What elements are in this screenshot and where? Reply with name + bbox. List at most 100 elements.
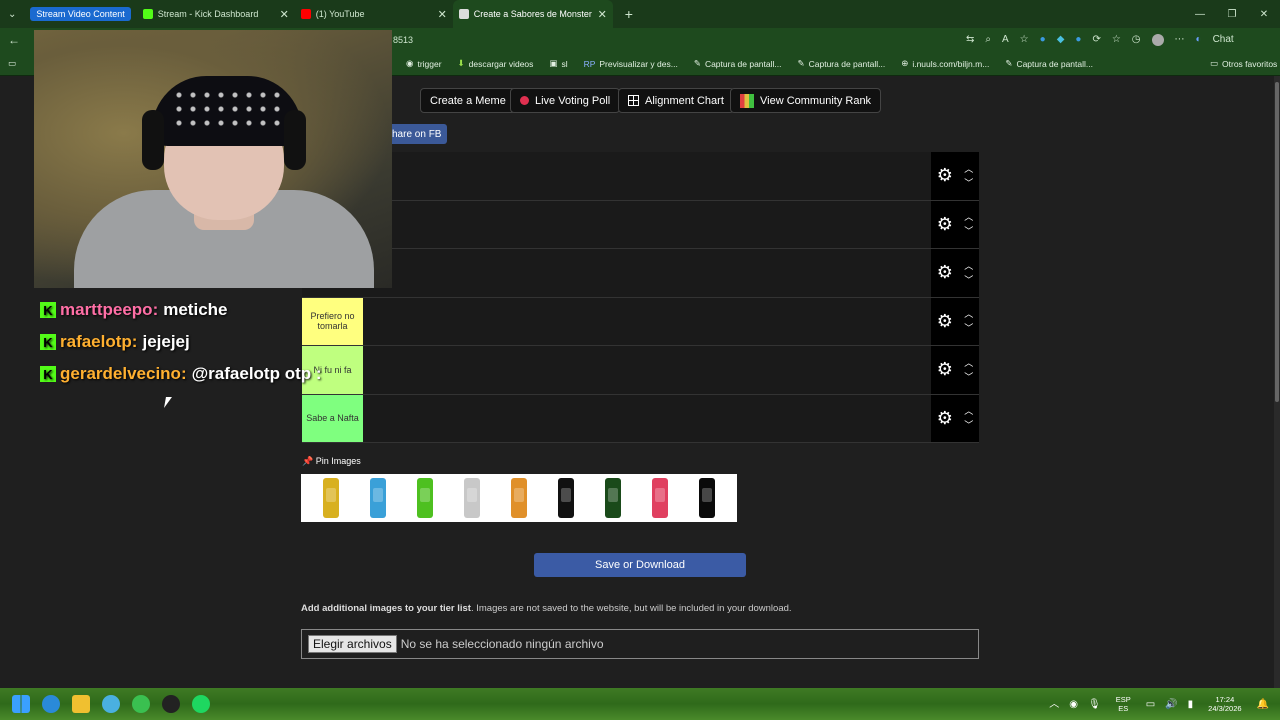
tier-item-can[interactable] [463, 478, 480, 518]
tab-youtube[interactable]: (1) YouTube ✕ [295, 0, 453, 28]
choose-files-button[interactable]: Elegir archivos [308, 635, 397, 653]
bookmark-item[interactable]: ▣ sl [549, 58, 567, 69]
chevron-up-icon[interactable]: ︿ [1049, 699, 1059, 709]
bookmark-item[interactable]: ✎ Captura de pantall... [798, 58, 886, 69]
back-icon[interactable]: ← [8, 33, 20, 47]
refresh-icon[interactable]: ⟳ [1092, 34, 1100, 46]
more-icon[interactable]: ⋯ [1175, 34, 1185, 46]
avatar[interactable] [1151, 34, 1164, 46]
maximize-icon[interactable]: ❐ [1216, 9, 1248, 20]
battery-icon[interactable]: ▮ [1188, 699, 1194, 709]
gear-icon[interactable]: ⚙ [937, 311, 953, 332]
tier-item-can[interactable] [416, 478, 433, 518]
tier-item-can[interactable] [558, 478, 575, 518]
new-tab-button[interactable]: + [625, 6, 633, 22]
other-bookmarks[interactable]: ▭ Otros favoritos [1210, 58, 1277, 69]
chevron-down-icon[interactable]: ﹀ [964, 370, 973, 384]
chevron-down-icon[interactable]: ﹀ [964, 321, 973, 335]
tier-dropzone[interactable] [363, 297, 931, 345]
tier-dropzone[interactable] [363, 249, 931, 297]
tier-item-can[interactable] [699, 478, 716, 518]
bookmark-item[interactable]: RP Previsualizar y des... [584, 59, 678, 69]
tier-item-can[interactable] [652, 478, 669, 518]
network-icon[interactable]: ▭ [1146, 699, 1155, 709]
tier-label[interactable]: Sabe a Nafta [302, 394, 363, 442]
gear-icon[interactable]: ⚙ [937, 408, 953, 429]
share-fb-button[interactable]: hare on FB [386, 124, 448, 144]
chevron-up-icon[interactable]: ︿ [964, 356, 973, 370]
bookmark-item[interactable]: ⬇ descargar videos [458, 58, 534, 69]
star-icon[interactable]: ☆ [1020, 34, 1029, 46]
tier-item-can[interactable] [322, 478, 339, 518]
tier-dropzone[interactable] [363, 200, 931, 248]
extension-icon[interactable]: ◆ [1057, 34, 1065, 46]
tier-dropzone[interactable] [363, 346, 931, 394]
windows-start-icon[interactable] [12, 695, 30, 713]
sidebar-icon[interactable]: ▭ [8, 58, 16, 69]
gear-icon[interactable]: ⚙ [937, 359, 953, 380]
file-explorer-icon[interactable] [72, 695, 90, 713]
chevron-down-icon[interactable]: ﹀ [964, 418, 973, 432]
chevron-down-icon[interactable]: ﹀ [964, 273, 973, 287]
mic-icon[interactable]: 🎙 [1088, 699, 1101, 709]
tier-item-can[interactable] [369, 478, 386, 518]
create-meme-button[interactable]: Create a Meme [420, 88, 516, 113]
scrollbar[interactable] [1274, 76, 1280, 688]
copilot-icon[interactable]: ◐ [1196, 34, 1202, 46]
tier-dropzone[interactable] [363, 394, 931, 442]
whatsapp-icon[interactable] [132, 695, 150, 713]
bookmark-item[interactable]: ◉ trigger [406, 58, 442, 69]
alignment-chart-button[interactable]: Alignment Chart [618, 88, 734, 113]
favorites-icon[interactable]: ☆ [1112, 34, 1121, 46]
tab-search-icon[interactable]: ⌄ [8, 9, 16, 20]
extension-icon[interactable]: ● [1075, 34, 1081, 46]
close-tab-icon[interactable]: ✕ [280, 8, 289, 21]
discord-icon[interactable]: ◉ [1069, 699, 1078, 709]
edge-icon[interactable] [42, 695, 60, 713]
gear-icon[interactable]: ⚙ [937, 262, 953, 283]
history-icon[interactable]: ◷ [1132, 34, 1141, 46]
file-input[interactable]: Elegir archivos No se ha seleccionado ni… [301, 629, 979, 659]
image-pool[interactable] [301, 474, 737, 522]
live-voting-button[interactable]: Live Voting Poll [510, 88, 621, 113]
community-rank-button[interactable]: View Community Rank [730, 88, 882, 113]
extension-icon[interactable]: ● [1040, 34, 1046, 46]
notification-icon[interactable]: 🔔 [1257, 699, 1269, 709]
read-aloud-icon[interactable]: A [1002, 34, 1009, 46]
bookmark-item[interactable]: ✎ Captura de pantall... [1005, 58, 1093, 69]
zoom-icon[interactable]: ⌕ [985, 34, 991, 46]
language-indicator[interactable]: ESP ES [1111, 695, 1136, 713]
gear-icon[interactable]: ⚙ [937, 165, 953, 186]
obs-icon[interactable] [162, 695, 180, 713]
close-tab-icon[interactable]: ✕ [598, 8, 607, 21]
chevron-up-icon[interactable]: ︿ [964, 210, 973, 224]
profile-label[interactable]: Chat [1213, 34, 1234, 46]
clock[interactable]: 17:24 24/3/2026 [1203, 695, 1246, 713]
chevron-up-icon[interactable]: ︿ [964, 307, 973, 321]
translate-icon[interactable]: ⇆ [966, 34, 974, 46]
tab-tier-maker[interactable]: Create a Sabores de Monster Ener ✕ [452, 0, 613, 28]
url-fragment[interactable]: 8513 [393, 35, 413, 45]
minimize-icon[interactable]: — [1184, 9, 1216, 20]
browser-icon[interactable] [102, 695, 120, 713]
tier-item-can[interactable] [510, 478, 527, 518]
gear-icon[interactable]: ⚙ [937, 214, 953, 235]
spotify-icon[interactable] [192, 695, 210, 713]
tab-group-label[interactable]: Stream Video Content [30, 7, 131, 21]
bookmark-item[interactable]: ⊕ i.nuuls.com/biljn.m... [901, 58, 989, 69]
save-download-button[interactable]: Save or Download [534, 553, 746, 577]
chevron-up-icon[interactable]: ︿ [964, 259, 973, 273]
close-window-icon[interactable]: ✕ [1248, 9, 1280, 20]
tier-dropzone[interactable] [363, 152, 931, 200]
grid-icon [628, 95, 639, 106]
bookmark-item[interactable]: ✎ Captura de pantall... [694, 58, 782, 69]
chevron-down-icon[interactable]: ﹀ [964, 176, 973, 190]
tab-kick-dashboard[interactable]: Stream - Kick Dashboard ✕ [137, 0, 295, 28]
chevron-down-icon[interactable]: ﹀ [964, 224, 973, 238]
close-tab-icon[interactable]: ✕ [438, 8, 447, 21]
chevron-up-icon[interactable]: ︿ [964, 404, 973, 418]
volume-icon[interactable]: 🔊 [1165, 699, 1177, 709]
scrollbar-thumb[interactable] [1275, 82, 1279, 402]
chevron-up-icon[interactable]: ︿ [964, 162, 973, 176]
tier-item-can[interactable] [605, 478, 622, 518]
